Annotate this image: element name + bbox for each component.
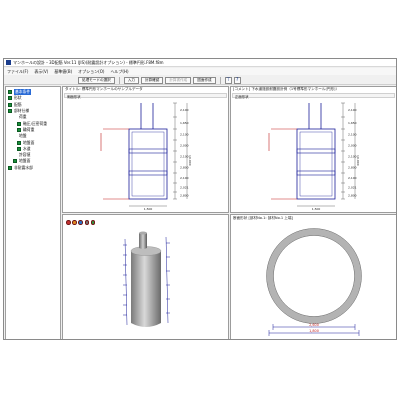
side-view-pane: タイトル: 標準円形マンホールのサンプルデータ 側面形状 2,100 1,650 2… bbox=[62, 86, 229, 213]
section-dim-outer: 1,800 bbox=[309, 329, 319, 333]
dim-label: 2,021 bbox=[348, 186, 357, 190]
dim-label: 2,100 bbox=[180, 108, 189, 112]
dim-label: 2,100 bbox=[180, 155, 189, 159]
dim-label: 2,100 bbox=[180, 176, 189, 180]
tree-branch-icon bbox=[13, 134, 17, 138]
dim-label: 1,650 bbox=[180, 121, 189, 125]
check-status-icon bbox=[17, 121, 21, 126]
manhole-body bbox=[296, 128, 336, 200]
pane-title: タイトル: 標準円形マンホールのサンプルデータ bbox=[65, 87, 143, 91]
section-title: 断面形状 bbox=[233, 216, 248, 220]
toolbar-separator bbox=[219, 76, 221, 84]
tree-branch-icon bbox=[13, 115, 17, 119]
dim-label: 2,000 bbox=[180, 144, 189, 148]
tree-item-label: 輪荷重 bbox=[23, 126, 35, 132]
input-button[interactable]: 入力 bbox=[123, 76, 139, 84]
dim-total-label: 10,000 bbox=[188, 155, 192, 166]
check-status-icon bbox=[8, 102, 12, 107]
app-icon bbox=[6, 60, 11, 65]
manhole-neck-top bbox=[139, 231, 147, 235]
dim-label: 2,100 bbox=[348, 108, 357, 112]
dim-label: 2,800 bbox=[180, 194, 189, 198]
pane-title: [コメント] 下水道施設耐震設計例（1号標準形マンホール(円形)） bbox=[233, 87, 340, 91]
tree-item-label: 軸圧/圧密荷重 bbox=[23, 120, 48, 126]
tree-item-label: 地盤 bbox=[19, 133, 27, 139]
tree-item-label: 形状 bbox=[14, 95, 22, 101]
tree-item-label: 水道 bbox=[23, 145, 31, 151]
menu-options[interactable]: オプション(O) bbox=[78, 69, 104, 75]
title-bar: マンホールの設計・3D配筋 Ver.11 (JIS)(耐震設計オプション) - … bbox=[4, 59, 396, 67]
app-window: マンホールの設計・3D配筋 Ver.11 (JIS)(耐震設計オプション) - … bbox=[3, 58, 397, 340]
toolbar-separator bbox=[118, 76, 120, 84]
tree-item-label: 荷重 bbox=[19, 114, 27, 120]
menu-file[interactable]: ファイル(F) bbox=[7, 69, 28, 75]
tree-item-label: 地盤面 bbox=[23, 139, 35, 145]
slab-line bbox=[128, 148, 168, 154]
dim-label: 1,650 bbox=[348, 121, 357, 125]
check-status-icon bbox=[13, 159, 17, 164]
dim-label: 2,100 bbox=[348, 176, 357, 180]
section-inner-edge bbox=[273, 235, 355, 317]
front-view-pane: [コメント] 下水道施設耐震設計例（1号標準形マンホール(円形)） 正面形状 2… bbox=[230, 86, 396, 213]
section-view-pane: 断面形状 [部材No.1: 部材No.1 上端] 2,600 1,800 bbox=[230, 214, 396, 339]
side-view-drawing: 2,100 1,650 2,100 2,000 2,100 2,800 2,100 2,021… bbox=[100, 102, 192, 211]
section-subtitle: [部材No.1: 部材No.1 上端] bbox=[248, 216, 293, 220]
check-status-icon bbox=[17, 127, 21, 132]
mode-select-button[interactable]: 処理モードの選択 bbox=[78, 76, 115, 84]
width-dim-label: 1,500 bbox=[312, 207, 321, 211]
tree-item-label: 非耐震水部 bbox=[14, 164, 33, 170]
dim-total-label: 10,000 bbox=[356, 155, 360, 166]
width-dim-label: 1,500 bbox=[144, 207, 153, 211]
menu-bar: ファイル(F) 表示(V) 基準値(B) オプション(O) ヘルプ(H) bbox=[4, 68, 396, 75]
section-drawing: 2,600 1,800 bbox=[266, 228, 362, 336]
manhole-body-3d bbox=[131, 251, 161, 327]
tree-item-label: 地盤面 bbox=[19, 158, 31, 164]
dim-label: 2,100 bbox=[348, 133, 357, 137]
dim-label: 2,800 bbox=[348, 166, 357, 170]
pane-subtitle: 正面形状 bbox=[232, 93, 395, 99]
manhole-inner-wall bbox=[131, 131, 165, 197]
report-button[interactable]: 計算書作成 bbox=[165, 76, 192, 84]
slab-line bbox=[128, 170, 168, 176]
section-dim-inner: 2,600 bbox=[309, 323, 319, 327]
3d-model-drawing[interactable] bbox=[63, 215, 229, 340]
slab-line bbox=[296, 148, 336, 154]
dim-label: 2,800 bbox=[348, 194, 357, 198]
dim-label: 2,021 bbox=[180, 186, 189, 190]
pin-icon[interactable]: ⊤ bbox=[224, 76, 232, 84]
manhole-body bbox=[128, 128, 168, 200]
slab-line bbox=[296, 170, 336, 176]
check-status-icon bbox=[17, 146, 21, 151]
manhole-inner-wall bbox=[299, 131, 333, 197]
calc-check-button[interactable]: 計算確認 bbox=[140, 76, 164, 84]
tree-item-label: 許容値 bbox=[19, 152, 31, 158]
tree-item-label: 配筋 bbox=[14, 101, 22, 107]
window-title: マンホールの設計・3D配筋 Ver.11 (JIS)(耐震設計オプション) - … bbox=[13, 59, 164, 65]
check-status-icon bbox=[8, 90, 12, 95]
dim-label: 2,000 bbox=[348, 144, 357, 148]
front-view-drawing: 2,100 1,650 2,100 2,000 2,100 2,800 2,100 2,021… bbox=[268, 102, 360, 211]
manhole-neck-3d bbox=[139, 233, 147, 249]
3d-view-pane bbox=[62, 214, 229, 340]
toolbar: 処理モードの選択 入力 計算確認 計算書作成 図面作成 ⊤ ? bbox=[4, 76, 396, 85]
menu-help[interactable]: ヘルプ(H) bbox=[110, 69, 128, 75]
pane-subtitle: 側面形状 bbox=[64, 93, 227, 99]
dim-label: 2,100 bbox=[348, 155, 357, 159]
help-icon[interactable]: ? bbox=[233, 76, 241, 84]
dim-label: 2,100 bbox=[180, 133, 189, 137]
navigation-tree: 基本条件 形状 配筋 部材仕様 荷重 軸圧/圧密荷重 輪荷重 地盤 地盤面 水道 許容値 地盤面 非耐震… bbox=[5, 86, 61, 339]
drawing-button[interactable]: 図面作成 bbox=[193, 76, 216, 84]
check-status-icon bbox=[8, 109, 12, 114]
menu-view[interactable]: 表示(V) bbox=[34, 69, 48, 75]
tree-branch-icon bbox=[13, 153, 17, 157]
tree-item-label: 基本条件 bbox=[14, 89, 32, 96]
check-status-icon bbox=[8, 96, 12, 101]
tree-item[interactable]: 非耐震水部 bbox=[8, 165, 58, 171]
menu-standard[interactable]: 基準値(B) bbox=[54, 69, 72, 75]
check-status-icon bbox=[8, 165, 12, 170]
tree-item-label: 部材仕様 bbox=[14, 108, 30, 114]
section-ring bbox=[266, 228, 362, 324]
dim-label: 2,800 bbox=[180, 166, 189, 170]
check-status-icon bbox=[17, 140, 21, 145]
